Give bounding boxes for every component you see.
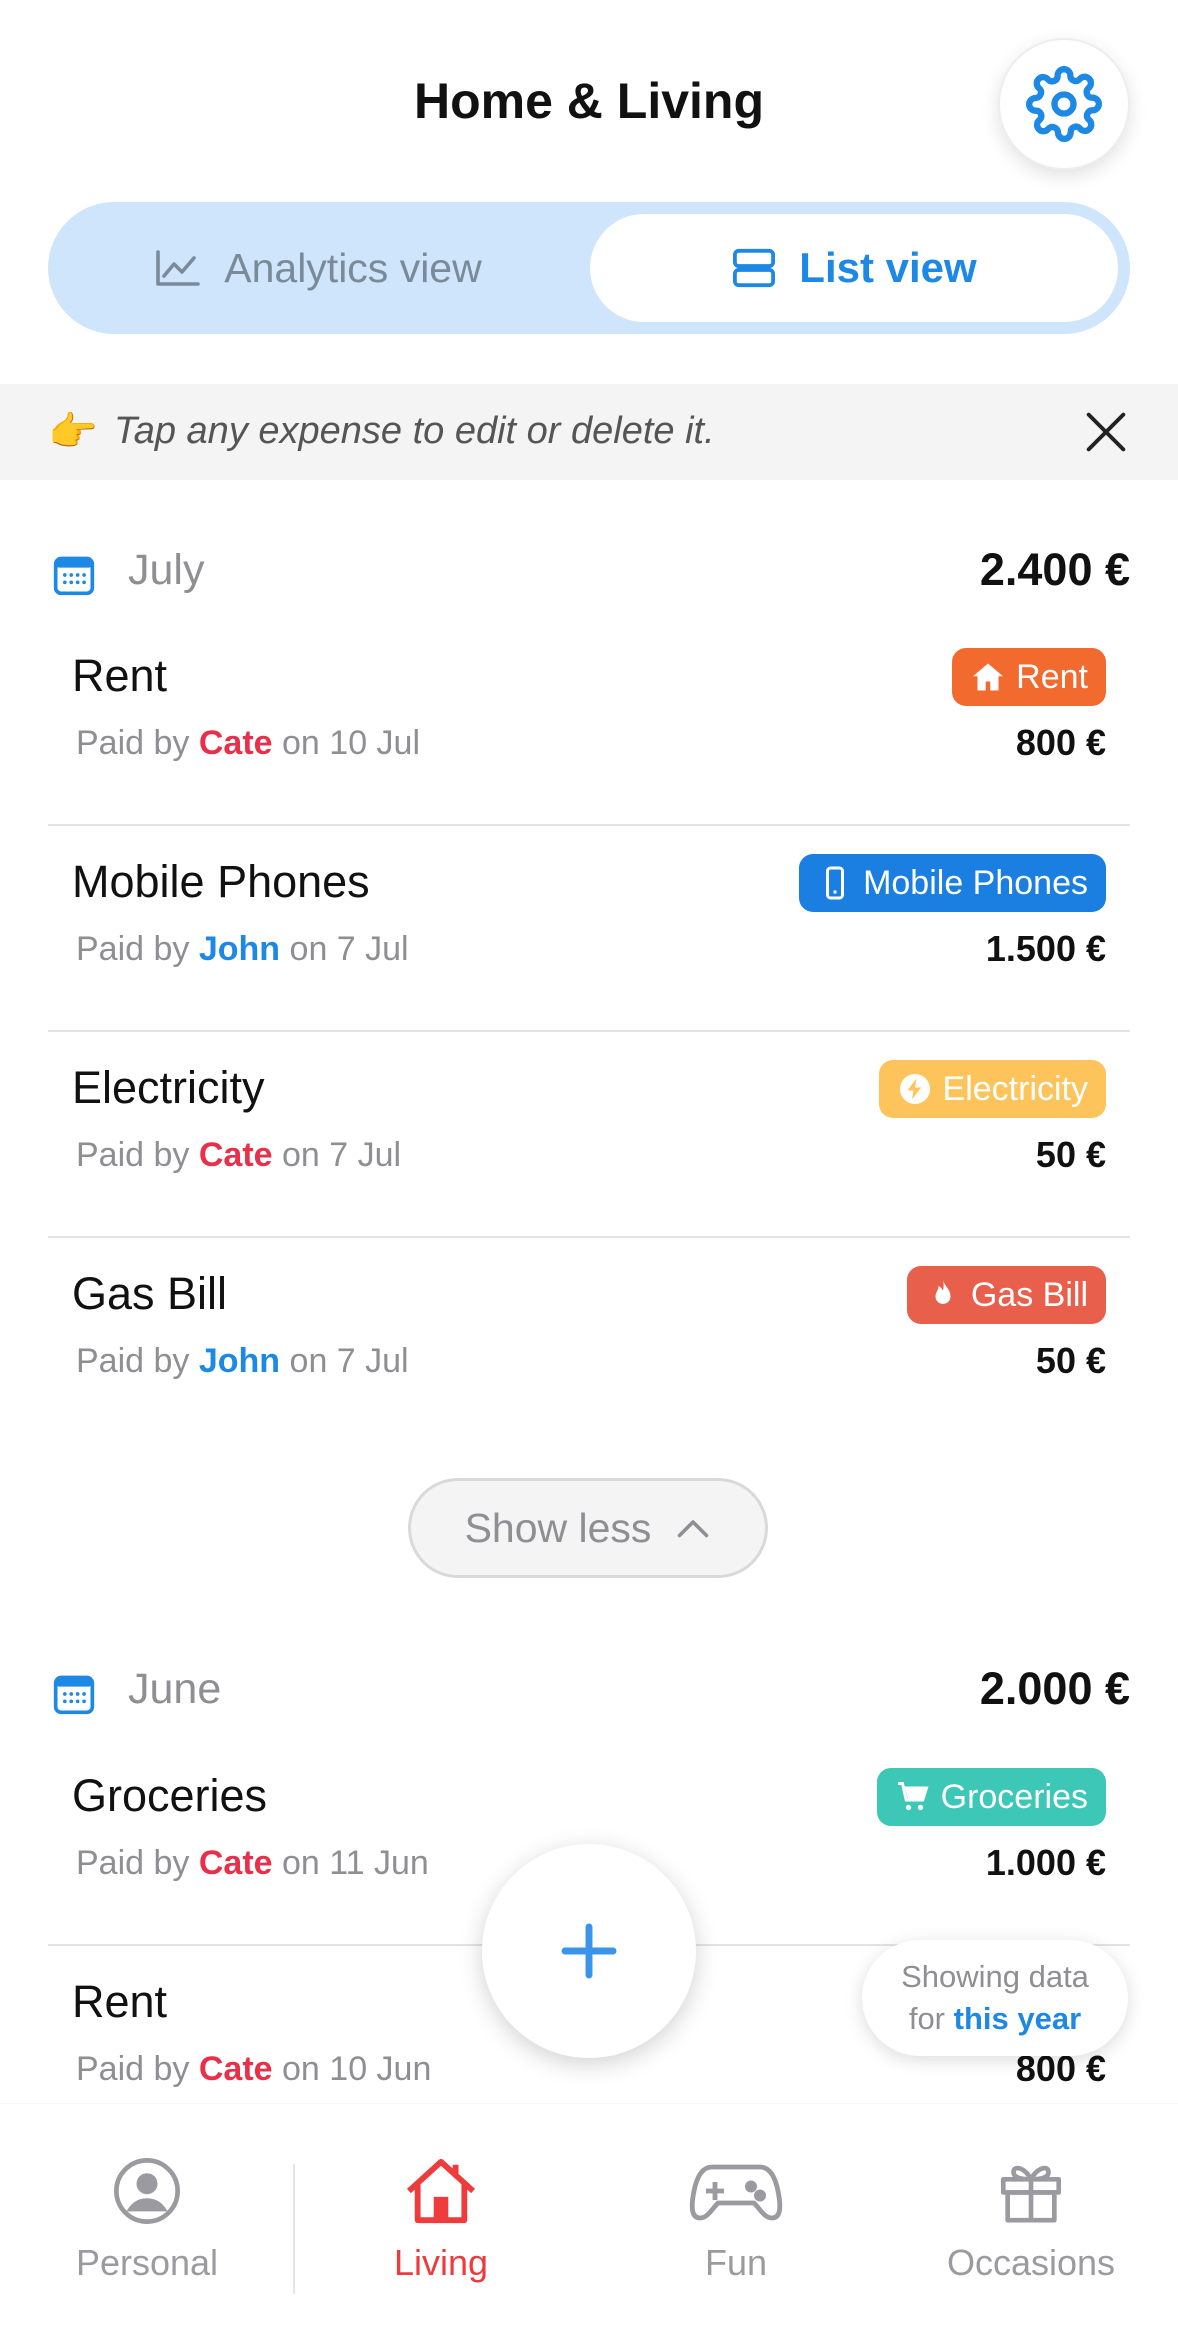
paid-by-label: Paid by bbox=[76, 2050, 190, 2088]
expense-amount: 1.000 € bbox=[985, 1842, 1106, 1883]
payer-name: Cate bbox=[198, 1844, 273, 1882]
expense-date: on 10 Jul bbox=[282, 724, 421, 762]
expense-title: Mobile Phones bbox=[72, 856, 370, 907]
expense-date: on 10 Jun bbox=[282, 2050, 432, 2088]
expense-row[interactable]: Electricity Electricity Paid by Cate on … bbox=[48, 1032, 1130, 1238]
expense-meta: Paid by John on 7 Jul bbox=[76, 930, 409, 969]
paid-by-label: Paid by bbox=[76, 930, 190, 968]
period-line2: for this year bbox=[862, 1998, 1128, 2040]
month-name: July bbox=[128, 546, 205, 594]
nav-label: Personal bbox=[75, 2242, 219, 2283]
period-selector[interactable]: Showing data for this year bbox=[862, 1940, 1128, 2056]
expense-date: on 11 Jun bbox=[282, 1844, 429, 1882]
category-tag: Mobile Phones bbox=[799, 854, 1106, 912]
line-chart-icon bbox=[156, 250, 201, 286]
category-tag: Groceries bbox=[876, 1768, 1106, 1826]
list-view-label: List view bbox=[799, 244, 977, 291]
payer-name: John bbox=[198, 930, 281, 968]
show-less-label: Show less bbox=[464, 1504, 652, 1551]
expense-meta: Paid by Cate on 11 Jun bbox=[76, 1844, 429, 1883]
month-name: June bbox=[128, 1665, 222, 1713]
paid-by-label: Paid by bbox=[76, 1136, 190, 1174]
tip-text: Tap any expense to edit or delete it. bbox=[114, 410, 715, 452]
add-expense-button[interactable] bbox=[482, 1844, 696, 2058]
payer-name: Cate bbox=[198, 724, 273, 762]
gamepad-icon bbox=[689, 2164, 783, 2221]
analytics-view-label: Analytics view bbox=[224, 244, 482, 291]
flame-icon bbox=[935, 1280, 951, 1304]
nav-label: Living bbox=[393, 2242, 489, 2283]
expense-meta: Paid by Cate on 10 Jun bbox=[76, 2050, 431, 2089]
pointing-hand-icon: 👉 bbox=[48, 410, 98, 454]
tag-label: Rent bbox=[1016, 657, 1088, 696]
settings-button[interactable] bbox=[998, 38, 1130, 170]
paid-by-label: Paid by bbox=[76, 724, 190, 762]
expense-meta: Paid by Cate on 7 Jul bbox=[76, 1136, 401, 1175]
category-tag: Rent bbox=[952, 648, 1106, 706]
expense-title: Groceries bbox=[72, 1770, 268, 1821]
month-total: 2.400 € bbox=[979, 544, 1130, 595]
analytics-view-tab[interactable]: Analytics view bbox=[48, 202, 588, 334]
expense-row[interactable]: Rent Rent Paid by Cate on 10 Jul 800 € bbox=[48, 620, 1130, 826]
close-icon[interactable] bbox=[1080, 406, 1132, 458]
expense-date: on 7 Jul bbox=[282, 1136, 402, 1174]
expense-amount: 800 € bbox=[1015, 722, 1106, 763]
expense-row[interactable]: Gas Bill Gas Bill Paid by John on 7 Jul … bbox=[48, 1238, 1130, 1444]
payer-name: John bbox=[198, 1342, 281, 1380]
nav-item-living[interactable]: Living bbox=[294, 2156, 588, 2284]
expense-title: Rent bbox=[72, 650, 168, 701]
expense-title: Rent bbox=[72, 1976, 168, 2027]
category-tag: Electricity bbox=[878, 1060, 1106, 1118]
expense-amount: 50 € bbox=[1035, 1134, 1106, 1175]
expense-date: on 7 Jul bbox=[289, 1342, 409, 1380]
list-view-tab[interactable]: List view bbox=[590, 214, 1118, 322]
month-total: 2.000 € bbox=[979, 1663, 1130, 1714]
bottom-nav: Personal Living Fun Occasions bbox=[0, 2104, 1178, 2342]
nav-item-occasions[interactable]: Occasions bbox=[884, 2156, 1178, 2284]
nav-label: Fun bbox=[704, 2242, 768, 2283]
calendar-icon bbox=[53, 1675, 95, 1715]
expense-date: on 7 Jul bbox=[289, 930, 409, 968]
calendar-icon bbox=[53, 556, 95, 596]
expense-amount: 1.500 € bbox=[985, 928, 1106, 969]
view-toggle: Analytics view List view bbox=[48, 202, 1130, 334]
list-icon bbox=[733, 248, 776, 288]
expense-meta: Paid by Cate on 10 Jul bbox=[76, 724, 420, 763]
period-line1: Showing data bbox=[901, 1959, 1089, 1994]
tag-label: Gas Bill bbox=[970, 1275, 1088, 1314]
period-prefix: for bbox=[908, 2001, 946, 2036]
cart-icon bbox=[897, 1782, 929, 1811]
gear-icon bbox=[1026, 66, 1102, 142]
expense-amount: 50 € bbox=[1035, 1340, 1106, 1381]
category-tag: Gas Bill bbox=[906, 1266, 1106, 1324]
tip-banner: 👉 Tap any expense to edit or delete it. bbox=[0, 384, 1178, 480]
paid-by-label: Paid by bbox=[76, 1342, 190, 1380]
home-icon bbox=[406, 2158, 476, 2224]
nav-label: Occasions bbox=[946, 2242, 1116, 2283]
expense-title: Gas Bill bbox=[72, 1268, 228, 1319]
plus-icon bbox=[561, 1923, 617, 1979]
paid-by-label: Paid by bbox=[76, 1844, 190, 1882]
tag-label: Mobile Phones bbox=[863, 863, 1088, 902]
tag-label: Groceries bbox=[940, 1777, 1088, 1816]
show-less-button[interactable]: Show less bbox=[408, 1478, 768, 1578]
payer-name: Cate bbox=[198, 1136, 273, 1174]
tag-label: Electricity bbox=[942, 1069, 1088, 1108]
lightning-icon bbox=[899, 1074, 930, 1104]
user-icon bbox=[114, 2158, 180, 2224]
expense-title: Electricity bbox=[72, 1062, 265, 1113]
chevron-up-icon bbox=[678, 1520, 709, 1538]
period-value: this year bbox=[953, 2001, 1082, 2036]
nav-item-personal[interactable]: Personal bbox=[0, 2156, 294, 2284]
expense-row[interactable]: Mobile Phones Mobile Phones Paid by John… bbox=[48, 826, 1130, 1032]
nav-item-fun[interactable]: Fun bbox=[589, 2156, 883, 2284]
expense-meta: Paid by John on 7 Jul bbox=[76, 1342, 409, 1381]
home-icon bbox=[973, 663, 1004, 691]
gift-icon bbox=[1000, 2165, 1062, 2223]
phone-icon bbox=[826, 866, 845, 900]
payer-name: Cate bbox=[198, 2050, 273, 2088]
